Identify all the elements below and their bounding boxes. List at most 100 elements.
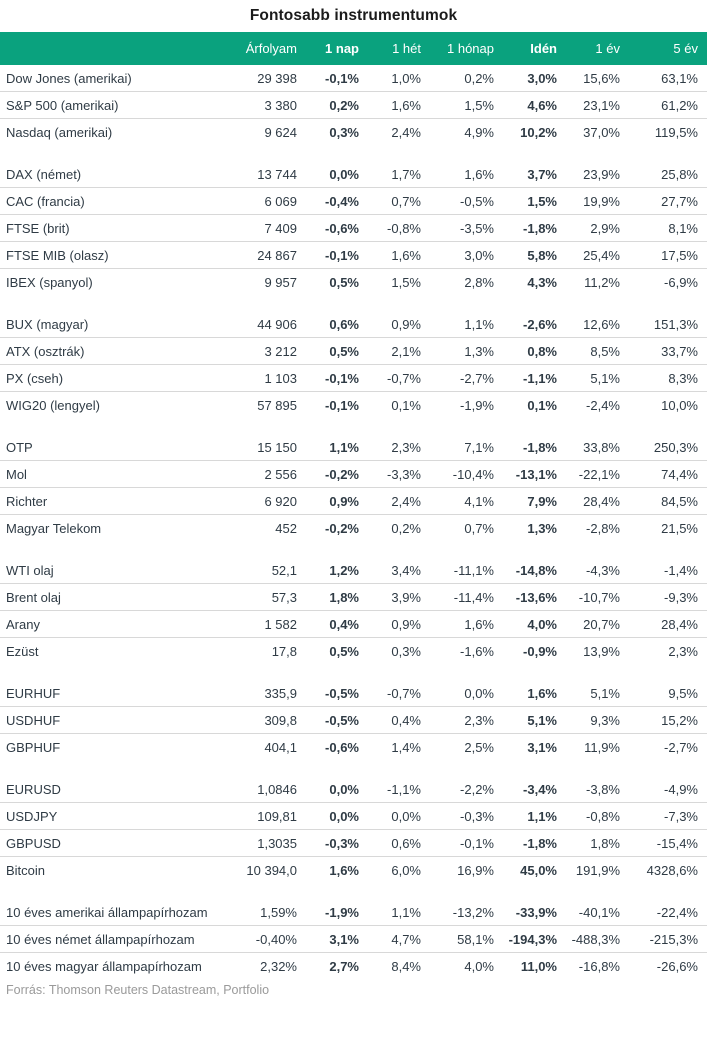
cell-ytd: 1,1% — [503, 802, 566, 830]
cell-ytd: -33,9% — [503, 899, 566, 926]
cell-d1: 1,8% — [306, 583, 368, 611]
cell-price: 309,8 — [228, 706, 306, 734]
instrument-name: DAX (német) — [0, 161, 228, 188]
instrument-name: S&P 500 (amerikai) — [0, 91, 228, 119]
cell-d1: -0,2% — [325, 520, 359, 536]
cell-m1: 3,0% — [430, 241, 503, 269]
cell-y5: 84,5% — [629, 487, 707, 515]
cell-ytd: 0,1% — [527, 397, 557, 413]
page-title: Fontosabb instrumentumok — [249, 7, 458, 24]
cell-m1: -1,6% — [460, 643, 494, 659]
cell-d1: 0,5% — [329, 274, 359, 290]
cell-y1: 8,5% — [566, 337, 629, 365]
cell-w1: 0,3% — [391, 643, 421, 659]
cell-y5: -2,7% — [664, 739, 698, 755]
cell-w1: 3,9% — [368, 583, 430, 611]
cell-w1: 3,4% — [368, 557, 430, 584]
instrument-name: USDJPY — [0, 802, 228, 830]
group-spacer-cell — [0, 145, 707, 161]
cell-y5: 25,8% — [629, 161, 707, 188]
cell-d1: 0,0% — [306, 802, 368, 830]
cell-d1: 1,6% — [329, 862, 359, 878]
cell-w1: 1,1% — [368, 899, 430, 926]
cell-w1: 2,3% — [368, 434, 430, 461]
cell-m1: 1,5% — [430, 91, 503, 119]
table-row: Arany 1 582 0,4% 0,9% 1,6% 4,0% 20,7% 28,4% — [0, 610, 707, 638]
cell-y1: 191,9% — [575, 862, 620, 878]
cell-ytd: -1,8% — [503, 434, 566, 461]
cell-w1: -3,3% — [368, 460, 430, 488]
cell-ytd: -1,8% — [503, 214, 566, 242]
cell-y1: 33,8% — [566, 434, 629, 461]
table-row: DAX (német) 13 744 0,0% 1,7% 1,6% 3,7% 23,9% 25… — [0, 161, 707, 188]
table-row: BUX (magyar) 44 906 0,6% 0,9% 1,1% -2,6% 12,6%… — [0, 311, 707, 338]
group-spacer-cell — [0, 541, 707, 557]
instrument-name: IBEX (spanyol) — [6, 274, 93, 290]
cell-price: 109,81 — [228, 802, 306, 830]
cell-y5: 119,5% — [654, 124, 698, 140]
cell-w1: -0,7% — [368, 364, 430, 392]
cell-y1: 11,9% — [584, 739, 620, 755]
cell-d1: -0,5% — [306, 706, 368, 734]
cell-price: 1,59% — [228, 899, 306, 926]
cell-d1: 2,7% — [329, 958, 359, 974]
cell-m1: 2,5% — [464, 739, 494, 755]
cell-w1: 4,7% — [368, 925, 430, 953]
cell-d1: 1,2% — [306, 557, 368, 584]
instrument-name: OTP — [0, 434, 228, 461]
cell-w1: 2,4% — [391, 124, 421, 140]
cell-ytd: 7,9% — [503, 487, 566, 515]
cell-price: 10 394,0 — [246, 862, 297, 878]
instrument-name: Nasdaq (amerikai) — [6, 124, 113, 140]
cell-d1: 1,1% — [306, 434, 368, 461]
cell-ytd: 4,3% — [527, 274, 557, 290]
column-header-ytd: Idén — [503, 32, 566, 65]
instrument-name: WTI olaj — [0, 557, 228, 584]
cell-ytd: 3,0% — [503, 65, 566, 92]
cell-y5: 151,3% — [629, 311, 707, 338]
cell-m1: 16,9% — [457, 862, 494, 878]
cell-y1: 11,2% — [584, 274, 620, 290]
instrument-name: 10 éves német állampapírhozam — [0, 925, 228, 953]
cell-m1: 1,6% — [430, 161, 503, 188]
cell-m1: 0,2% — [430, 65, 503, 92]
cell-m1: 0,0% — [430, 680, 503, 707]
cell-ytd: -13,6% — [503, 583, 566, 611]
cell-y1: 25,4% — [566, 241, 629, 269]
group-spacer-cell — [0, 664, 707, 680]
instrument-name: Arany — [0, 610, 228, 638]
cell-m1: 4,1% — [430, 487, 503, 515]
group-spacer-cell — [0, 295, 707, 311]
group-spacer — [0, 541, 707, 557]
instrument-name: Magyar Telekom — [6, 520, 102, 536]
cell-m1: 1,1% — [430, 311, 503, 338]
cell-price: 1 103 — [228, 364, 306, 392]
cell-price: 15 150 — [228, 434, 306, 461]
instrument-name: GBPUSD — [0, 829, 228, 857]
cell-y5: 250,3% — [629, 434, 707, 461]
cell-d1: -0,1% — [306, 65, 368, 92]
table-row: USDJPY 109,81 0,0% 0,0% -0,3% 1,1% -0,8% -7,3% — [0, 802, 707, 830]
instrument-name: Mol — [0, 460, 228, 488]
header-row: Árfolyam 1 nap 1 hét 1 hónap Idén 1 év 5… — [0, 32, 707, 65]
cell-ytd: 5,8% — [503, 241, 566, 269]
group-spacer-cell — [0, 760, 707, 776]
cell-d1: -0,6% — [325, 739, 359, 755]
group-spacer — [0, 664, 707, 680]
cell-w1: 1,4% — [391, 739, 421, 755]
cell-y5: -15,4% — [629, 829, 707, 857]
cell-ytd: 3,1% — [527, 739, 557, 755]
cell-ytd: 45,0% — [520, 862, 557, 878]
cell-d1: -0,6% — [306, 214, 368, 242]
cell-y5: -6,9% — [664, 274, 698, 290]
table-row: Dow Jones (amerikai) 29 398 -0,1% 1,0% 0,2% 3… — [0, 65, 707, 92]
table-body: Dow Jones (amerikai) 29 398 -0,1% 1,0% 0,2% 3… — [0, 65, 707, 979]
cell-ytd: -0,9% — [523, 643, 557, 659]
cell-m1: 7,1% — [430, 434, 503, 461]
cell-price: 452 — [275, 520, 297, 536]
table-row: Ezüst 17,8 0,5% 0,3% -1,6% -0,9% 13,9% 2,3% — [0, 638, 707, 665]
cell-ytd: -1,1% — [503, 364, 566, 392]
cell-d1: -0,1% — [325, 397, 359, 413]
instrument-name: CAC (francia) — [0, 187, 228, 215]
cell-y5: 21,5% — [661, 520, 698, 536]
